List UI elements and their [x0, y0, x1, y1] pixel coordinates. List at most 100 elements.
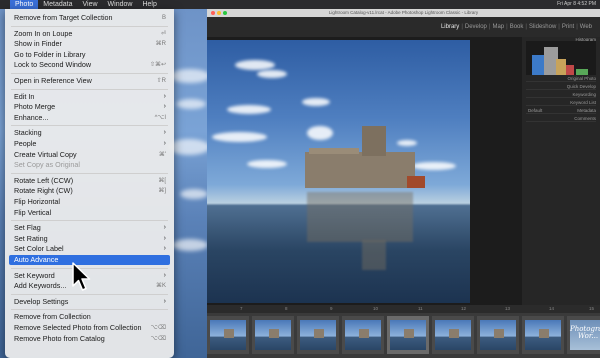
panel-keywording[interactable]: Keywording — [526, 91, 596, 98]
menu-item-remove-selected-photo-from-collection[interactable]: Remove Selected Photo from Collection ⌥⌫ — [5, 323, 174, 333]
filmstrip-thumb[interactable] — [207, 316, 249, 354]
menu-item-label: Remove from Collection — [14, 312, 91, 322]
filmstrip-index: 15 — [589, 306, 595, 311]
menu-item-label: Show in Finder — [14, 39, 62, 49]
menu-item-label: Lock to Second Window — [14, 60, 92, 70]
menu-separator — [11, 73, 168, 74]
menu-item-remove-from-target-collection[interactable]: Remove from Target Collection B — [5, 13, 174, 23]
menu-item-create-virtual-copy[interactable]: Create Virtual Copy ⌘' — [5, 150, 174, 160]
menu-item-label: Open in Reference View — [14, 76, 92, 85]
menubar-help[interactable]: Help — [137, 0, 161, 9]
menu-item-flip-vertical[interactable]: Flip Vertical — [5, 208, 174, 218]
menu-item-label: Remove Photo from Catalog — [14, 333, 105, 343]
window-title: Lightroom Catalog-v11.lrcat - Adobe Phot… — [328, 10, 479, 15]
menu-item-enhance[interactable]: Enhance... ^⌥I — [5, 113, 174, 123]
submenu-arrow-icon: › — [163, 140, 166, 147]
menu-item-rotate-left-ccw[interactable]: Rotate Left (CCW) ⌘[ — [5, 176, 174, 186]
menu-shortcut: ⌘] — [158, 188, 166, 195]
original-photo-label: Original Photo — [526, 75, 596, 82]
menu-shortcut: ⌘' — [158, 151, 166, 158]
menu-shortcut: ⇧⌘↩ — [149, 62, 166, 69]
filmstrip-thumb[interactable] — [477, 316, 519, 354]
menu-item-label: Set Color Label — [14, 244, 64, 254]
minimize-window-icon[interactable] — [217, 11, 221, 15]
menu-item-edit-in[interactable]: Edit In › — [5, 92, 174, 102]
module-library[interactable]: Library — [439, 24, 461, 30]
menu-item-set-color-label[interactable]: Set Color Label › — [5, 244, 174, 254]
menu-shortcut: ⇧R — [156, 78, 166, 84]
panel-comments[interactable]: Comments — [526, 115, 596, 122]
menu-item-photo-merge[interactable]: Photo Merge › — [5, 102, 174, 112]
menu-item-set-copy-as-original: Set Copy as Original — [5, 160, 174, 170]
filmstrip-index: 8 — [285, 306, 288, 311]
filmstrip-thumb[interactable] — [342, 316, 384, 354]
menubar-window[interactable]: Window — [103, 0, 138, 9]
menu-separator — [11, 220, 168, 222]
menu-item-stacking[interactable]: Stacking › — [5, 128, 174, 138]
menu-item-label: Photo Merge — [14, 102, 56, 112]
menu-shortcut: ⏎ — [160, 30, 166, 37]
zoom-window-icon[interactable] — [223, 11, 227, 15]
menu-item-remove-photo-from-catalog[interactable]: Remove Photo from Catalog ⌥⌫ — [5, 334, 174, 344]
panel-keyword-list[interactable]: Keyword List — [526, 99, 596, 106]
module-web[interactable]: Web — [578, 24, 594, 30]
close-window-icon[interactable] — [211, 11, 215, 15]
loupe-view[interactable] — [207, 37, 522, 309]
menu-item-zoom-in-on-loupe[interactable]: Zoom In on Loupe ⏎ — [5, 29, 174, 39]
filmstrip-thumb-badge[interactable]: Photography Wor... — [567, 316, 600, 354]
menu-item-label: Enhance... — [14, 112, 49, 122]
filmstrip: Photography Wor... — [207, 313, 600, 358]
menu-item-develop-settings[interactable]: Develop Settings › — [5, 297, 174, 307]
apple-menu[interactable] — [0, 0, 10, 9]
lightroom-titlebar: Lightroom Catalog-v11.lrcat - Adobe Phot… — [207, 9, 600, 17]
window-controls — [211, 11, 227, 15]
menu-item-open-in-reference-view[interactable]: Open in Reference View ⇧R — [5, 76, 174, 86]
menu-shortcut: ⌘R — [155, 41, 166, 48]
photo-menu: Remove from Target Collection B Zoom In on… — [5, 9, 174, 358]
menu-item-label: Remove from Target Collection — [14, 13, 113, 22]
filmstrip-index: 11 — [418, 306, 423, 311]
menu-item-set-flag[interactable]: Set Flag › — [5, 223, 174, 233]
module-print[interactable]: Print — [560, 24, 576, 30]
menu-item-show-in-finder[interactable]: Show in Finder ⌘R — [5, 39, 174, 49]
menu-item-go-to-folder-in-library[interactable]: Go to Folder in Library — [5, 50, 174, 60]
menu-shortcut: ⌥⌫ — [150, 335, 166, 342]
filmstrip-header: 7 8 9 10 11 12 13 14 15 — [207, 305, 600, 313]
menu-item-flip-horizontal[interactable]: Flip Horizontal — [5, 197, 174, 207]
menubar-metadata[interactable]: Metadata — [38, 0, 77, 9]
menubar-view[interactable]: View — [77, 0, 102, 9]
module-slideshow[interactable]: Slideshow — [527, 24, 558, 30]
menu-item-rotate-right-cw[interactable]: Rotate Right (CW) ⌘] — [5, 186, 174, 196]
menu-item-label: People — [14, 139, 37, 148]
thumb-badge-text: Photography Wor... — [570, 325, 600, 340]
submenu-arrow-icon: › — [163, 92, 166, 100]
menu-shortcut: ⌘K — [155, 283, 166, 290]
menu-item-people[interactable]: People › — [5, 139, 174, 149]
menu-item-set-rating[interactable]: Set Rating › — [5, 234, 174, 244]
menubar-clock: Fri Apr 8 4:52 PM — [557, 1, 596, 7]
menu-item-label: Go to Folder in Library — [14, 49, 86, 59]
filmstrip-thumb-selected[interactable] — [387, 316, 429, 354]
module-develop[interactable]: Develop — [463, 24, 489, 30]
panel-quick-develop[interactable]: Quick Develop — [526, 83, 596, 90]
filmstrip-index: 7 — [240, 306, 243, 311]
filmstrip-thumb[interactable] — [522, 316, 564, 354]
module-book[interactable]: Book — [508, 24, 526, 30]
submenu-arrow-icon: › — [163, 271, 166, 279]
menu-item-label: Flip Vertical — [14, 207, 52, 217]
menu-item-label: Stacking — [14, 128, 42, 138]
filmstrip-index: 9 — [330, 306, 333, 311]
filmstrip-thumb[interactable] — [432, 316, 474, 354]
menu-item-label: Remove Selected Photo from Collection — [14, 323, 142, 332]
module-map[interactable]: Map — [490, 24, 506, 30]
right-panel: Histogram Original Photo Quick Develop K… — [522, 37, 600, 309]
menubar-photo[interactable]: Photo — [10, 0, 39, 9]
menu-item-label: Zoom In on Loupe — [14, 28, 73, 38]
metadata-preset[interactable]: Default — [528, 107, 542, 114]
filmstrip-thumb[interactable] — [297, 316, 339, 354]
menu-item-lock-to-second-window[interactable]: Lock to Second Window ⇧⌘↩ — [5, 60, 174, 70]
filmstrip-thumb[interactable] — [252, 316, 294, 354]
menu-item-remove-from-collection[interactable]: Remove from Collection — [5, 312, 174, 322]
menu-separator — [11, 172, 168, 174]
panel-metadata[interactable]: Default Metadata — [526, 107, 596, 114]
